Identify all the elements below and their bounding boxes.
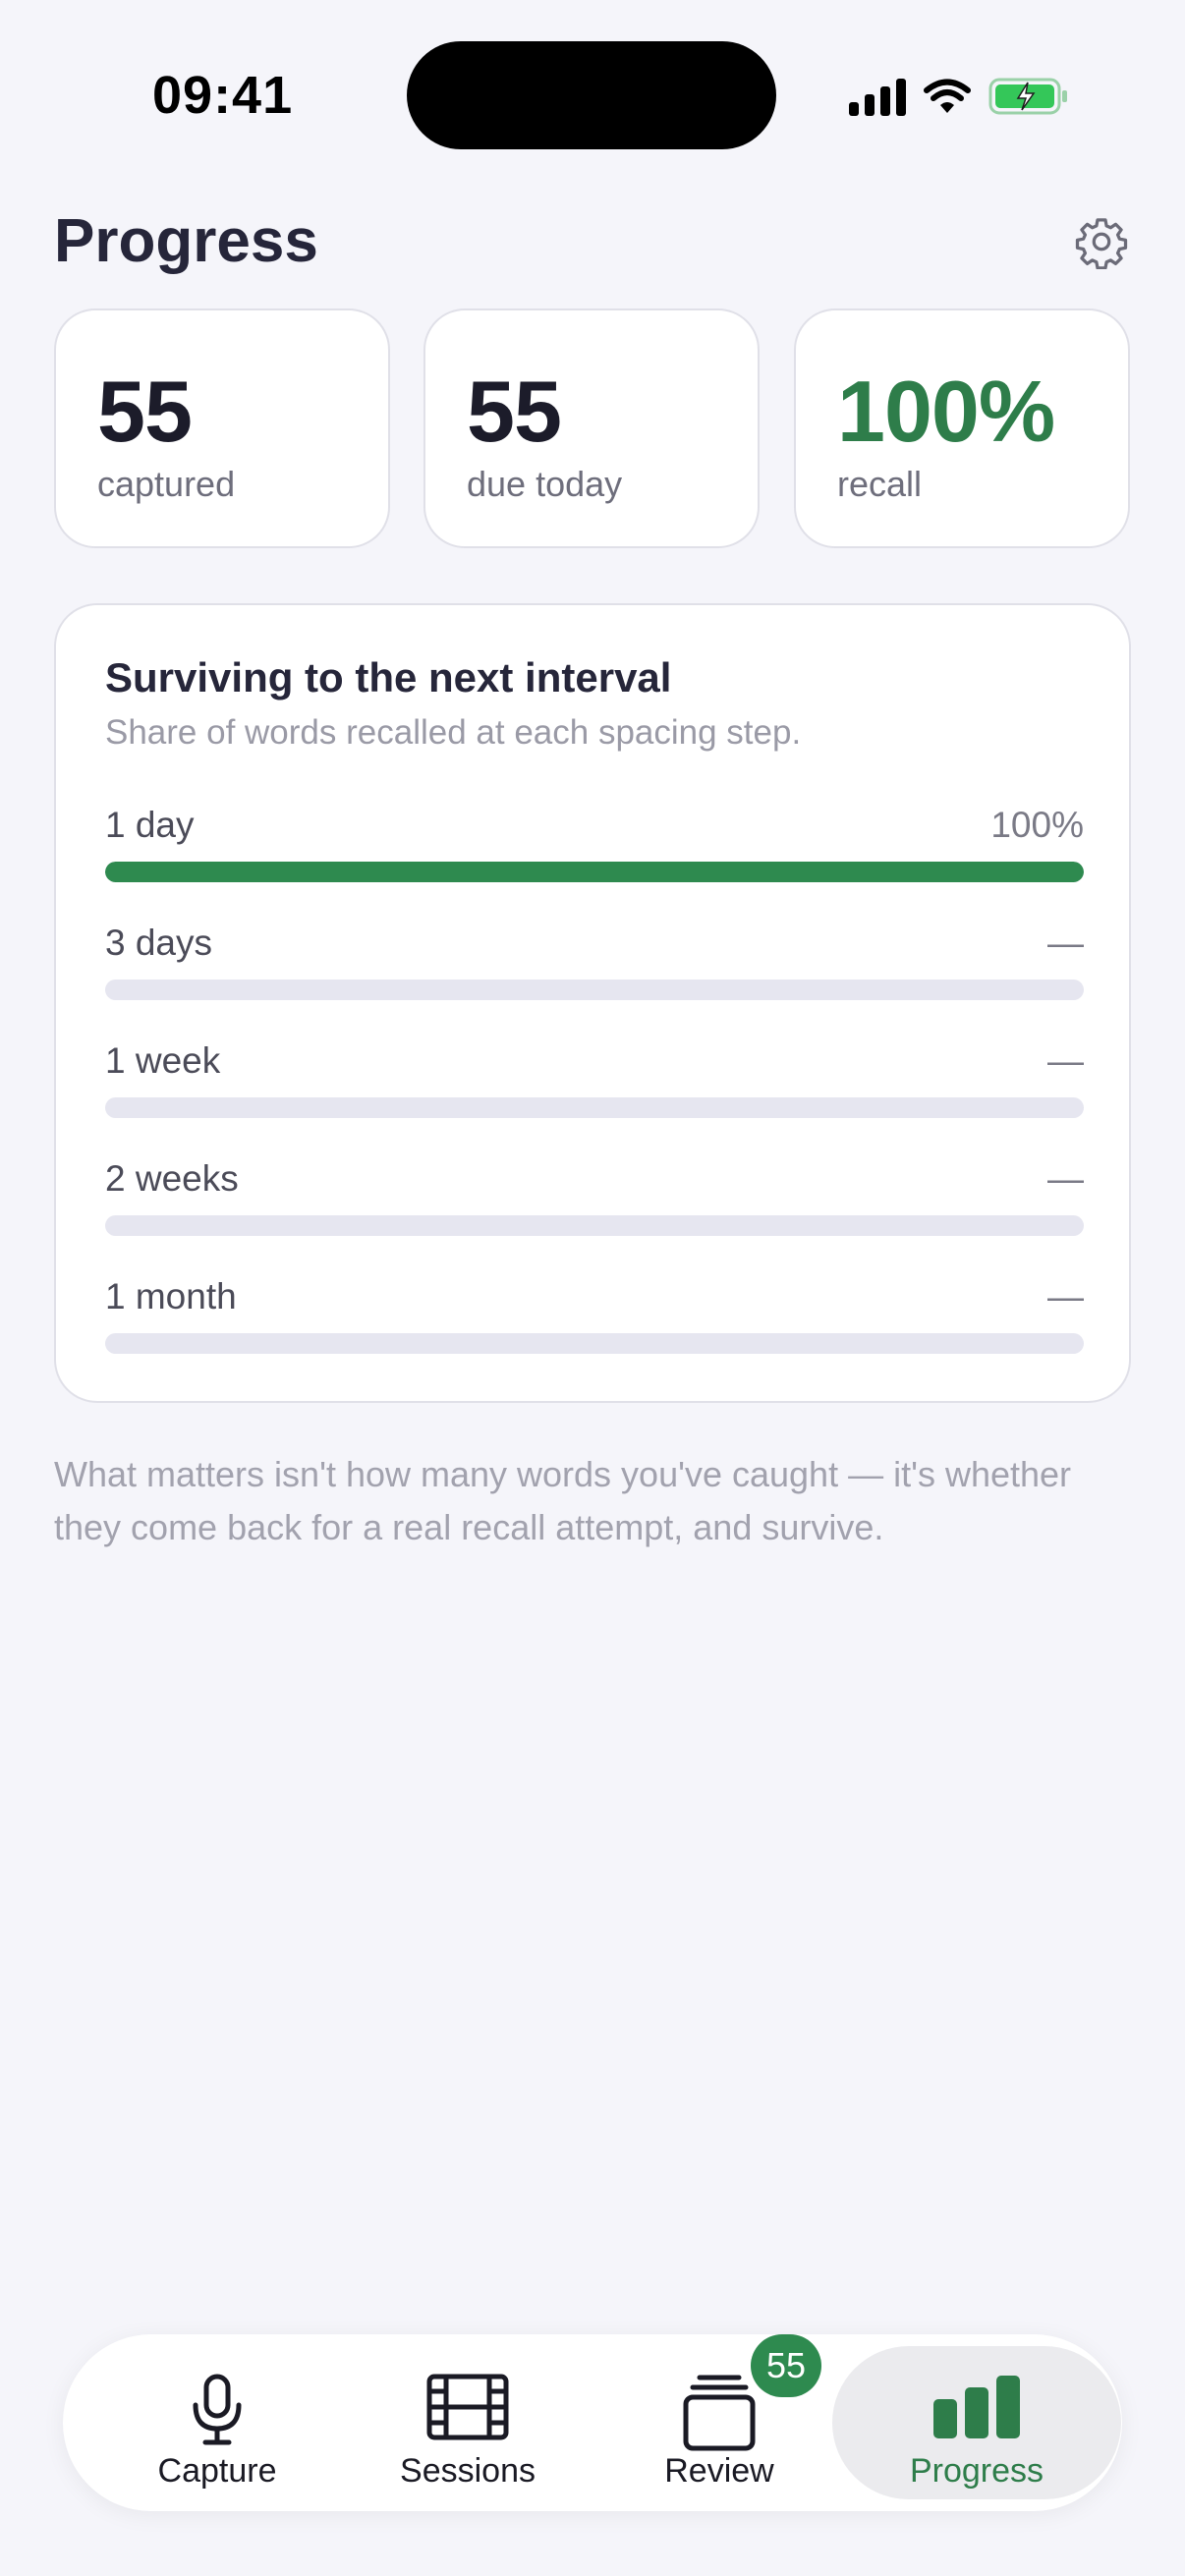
- tab-label: Sessions: [400, 2452, 536, 2490]
- stat-card-recall: 100% recall: [794, 308, 1130, 548]
- card-subtitle: Share of words recalled at each spacing …: [105, 713, 802, 752]
- gear-icon[interactable]: [1074, 214, 1129, 269]
- interval-row-1-day: 1 day 100%: [105, 805, 1084, 887]
- tab-label: Capture: [157, 2452, 277, 2490]
- progress-track: [105, 1097, 1084, 1118]
- page-title: Progress: [54, 207, 318, 275]
- interval-row-1-week: 1 week —: [105, 1040, 1084, 1123]
- interval-value: 100%: [990, 805, 1084, 845]
- tab-label: Review: [664, 2452, 774, 2490]
- stat-value: 55: [97, 363, 193, 460]
- dynamic-island: [407, 41, 776, 149]
- wifi-icon: [924, 79, 971, 113]
- progress-track: [105, 862, 1084, 882]
- interval-value: —: [1047, 1040, 1084, 1081]
- battery-charging-icon: [988, 78, 1067, 115]
- cellular-signal-icon: [849, 77, 906, 116]
- cards-icon: [683, 2375, 756, 2451]
- tab-bar: Capture Sessions Review 55 Progress: [63, 2334, 1122, 2511]
- interval-label: 1 month: [105, 1276, 237, 1316]
- progress-track: [105, 1333, 1084, 1354]
- interval-row-2-weeks: 2 weeks —: [105, 1158, 1084, 1241]
- stat-card-captured: 55 captured: [54, 308, 390, 548]
- progress-fill: [105, 862, 1084, 882]
- interval-label: 1 week: [105, 1040, 221, 1081]
- tab-capture[interactable]: Capture: [99, 2346, 335, 2499]
- film-icon: [426, 2374, 509, 2440]
- interval-label: 3 days: [105, 923, 213, 963]
- stat-label: captured: [97, 464, 236, 504]
- stat-value: 100%: [837, 363, 1055, 460]
- stat-card-due-today: 55 due today: [423, 308, 760, 548]
- status-icons: [849, 73, 1069, 120]
- stat-value: 55: [467, 363, 562, 460]
- interval-label: 2 weeks: [105, 1158, 239, 1199]
- stat-label: recall: [837, 464, 923, 504]
- interval-row-1-month: 1 month —: [105, 1276, 1084, 1359]
- interval-value: —: [1047, 1158, 1084, 1199]
- interval-row-3-days: 3 days —: [105, 923, 1084, 1005]
- progress-track: [105, 1215, 1084, 1236]
- interval-label: 1 day: [105, 805, 195, 845]
- interval-value: —: [1047, 923, 1084, 963]
- tab-label: Progress: [909, 2452, 1044, 2490]
- interval-value: —: [1047, 1276, 1084, 1316]
- tab-progress[interactable]: Progress: [832, 2346, 1121, 2499]
- stat-label: due today: [467, 464, 623, 504]
- progress-track: [105, 980, 1084, 1000]
- tab-sessions[interactable]: Sessions: [350, 2346, 586, 2499]
- survival-card: Surviving to the next interval Share of …: [54, 603, 1131, 1403]
- bar-chart-icon: [933, 2376, 1020, 2438]
- card-title: Surviving to the next interval: [105, 654, 672, 700]
- review-count-badge: 55: [751, 2334, 821, 2397]
- footnote: What matters isn't how many words you've…: [54, 1454, 1072, 1547]
- microphone-icon: [193, 2374, 242, 2445]
- status-time: 09:41: [152, 66, 294, 125]
